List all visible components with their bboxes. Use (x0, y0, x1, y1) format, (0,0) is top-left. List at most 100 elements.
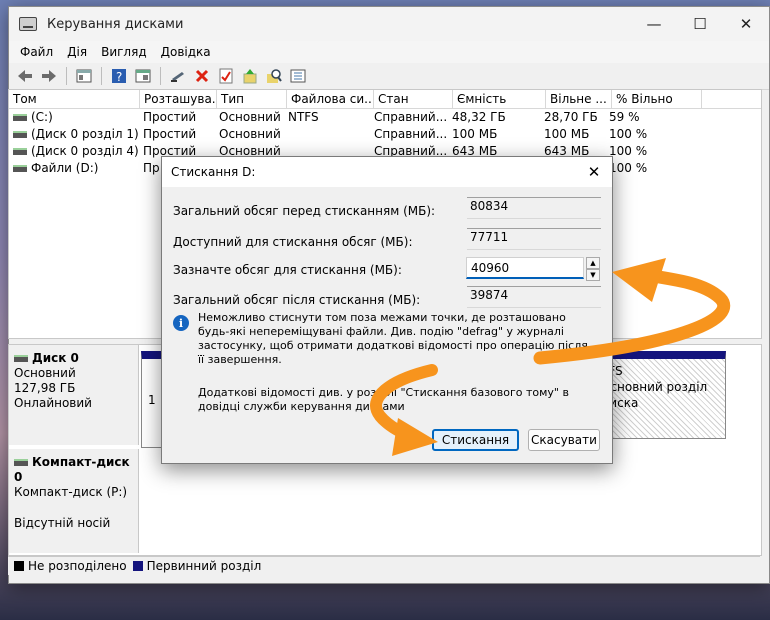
available-label: Доступний для стискання обсяг (МБ): (173, 235, 413, 249)
total-before-label: Загальний обсяг перед стисканням (МБ): (173, 204, 436, 218)
connect-icon[interactable] (168, 66, 188, 86)
forward-icon[interactable] (39, 66, 59, 86)
check-icon[interactable] (216, 66, 236, 86)
volume-name: Файли (D:) (31, 161, 99, 175)
menu-view[interactable]: Вигляд (94, 45, 154, 59)
cell-type: Основний (219, 110, 281, 124)
cell-free: 100 МБ (544, 127, 590, 141)
disk-label[interactable]: Компакт-диск 0 Компакт-диск (P:) Відсутн… (9, 449, 139, 553)
cancel-button[interactable]: Скасувати (528, 429, 600, 451)
volume-name: (Диск 0 розділ 4) (31, 144, 139, 158)
cell-percent-free: 100 % (609, 127, 648, 141)
info-text: Неможливо стиснути том поза межами точки… (198, 311, 588, 366)
cell-capacity: 48,32 ГБ (452, 110, 506, 124)
partition-desc: Основний розділ диска (601, 380, 708, 410)
col-capacity[interactable]: Ємність (453, 90, 546, 108)
disk-label[interactable]: Диск 0 Основний 127,98 ГБ Онлайновий (9, 345, 139, 445)
cell-filesystem (284, 126, 370, 143)
legend: Не розподілено Первинний розділ (8, 556, 760, 575)
shrink-amount-input[interactable] (466, 257, 584, 279)
volume-name: (C:) (31, 110, 53, 124)
volume-list-header: Том Розташува... Тип Файлова си... Стан … (9, 90, 761, 109)
available-value: 77711 (467, 228, 601, 250)
disk-status: Відсутній носій (14, 516, 111, 530)
dialog-title: Стискання D: (171, 165, 256, 179)
upload-icon[interactable] (240, 66, 260, 86)
title-bar: Керування дисками — ☐ ✕ (9, 7, 769, 41)
cell-capacity: 100 МБ (452, 127, 498, 141)
table-row[interactable]: (Диск 0 розділ 1) Простий Основний Справ… (9, 126, 761, 143)
col-free[interactable]: Вільне ... (546, 90, 612, 108)
col-status[interactable]: Стан (374, 90, 453, 108)
cell-free: 28,70 ГБ (544, 110, 598, 124)
cell-layout: Простий (143, 110, 197, 124)
close-icon[interactable]: ✕ (582, 160, 606, 184)
menu-help[interactable]: Довідка (154, 45, 218, 59)
table-row[interactable]: (C:) Простий Основний NTFS Справний... 4… (9, 109, 761, 126)
total-after-label: Загальний обсяг після стискання (МБ): (173, 293, 421, 307)
col-filesystem[interactable]: Файлова си... (287, 90, 374, 108)
partition-fs: TFS (601, 363, 722, 379)
disk-type: Основний (14, 366, 76, 380)
dialog-title-bar: Стискання D: ✕ (162, 157, 612, 187)
cell-percent-free: 100 % (609, 144, 648, 158)
cell-type: Основний (219, 127, 281, 141)
legend-label: Первинний розділ (146, 559, 262, 573)
shrink-amount-label: Зазначте обсяг для стискання (МБ): (173, 263, 402, 277)
disk-management-icon (19, 17, 37, 31)
help-icon[interactable]: ? (109, 66, 129, 86)
cell-percent-free: 100 % (609, 161, 648, 175)
back-icon[interactable] (15, 66, 35, 86)
legend-swatch (14, 561, 24, 571)
col-type[interactable]: Тип (217, 90, 287, 108)
volume-name: (Диск 0 розділ 1) (31, 127, 139, 141)
disk-type: Компакт-диск (P:) (14, 485, 128, 499)
legend-label: Не розподілено (28, 559, 127, 573)
window-title: Керування дисками (47, 16, 184, 32)
shrink-button[interactable]: Стискання (432, 429, 519, 451)
col-layout[interactable]: Розташува... (140, 90, 217, 108)
minimize-button[interactable]: — (631, 7, 677, 41)
close-button[interactable]: ✕ (723, 7, 769, 41)
disk-name: Диск 0 (32, 351, 79, 365)
menu-file[interactable]: Файл (13, 45, 60, 59)
list-view-icon[interactable] (288, 66, 308, 86)
drive-icon (13, 131, 27, 138)
legend-swatch (132, 561, 143, 571)
col-volume[interactable]: Том (9, 90, 140, 108)
drive-icon (13, 114, 27, 121)
console-tree-icon[interactable] (74, 66, 94, 86)
shrink-dialog: Стискання D: ✕ Загальний обсяг перед сти… (161, 156, 613, 464)
toolbar: ? (9, 63, 769, 90)
disk-icon (14, 355, 28, 362)
properties-icon[interactable] (133, 66, 153, 86)
maximize-button[interactable]: ☐ (677, 7, 723, 41)
disk-row: Компакт-диск 0 Компакт-диск (P:) Відсутн… (9, 449, 761, 553)
cell-percent-free: 59 % (609, 110, 640, 124)
partition-label: 1 (148, 393, 156, 407)
cell-status: Справний... (374, 110, 448, 124)
cdrom-icon (14, 459, 28, 466)
search-icon[interactable] (264, 66, 284, 86)
help-link-text: Додаткові відомості див. у розділі "Стис… (198, 386, 569, 413)
stepper-down-icon[interactable]: ▼ (586, 269, 600, 281)
menu-action[interactable]: Дія (60, 45, 94, 59)
drive-icon (13, 165, 27, 172)
col-percent-free[interactable]: % Вільно (612, 90, 702, 108)
menu-bar: Файл Дія Вигляд Довідка (9, 41, 769, 63)
cell-filesystem: NTFS (288, 110, 319, 124)
total-after-value: 39874 (467, 286, 601, 308)
total-before-value: 80834 (467, 197, 601, 219)
delete-icon[interactable] (192, 66, 212, 86)
drive-icon (13, 148, 27, 155)
info-icon: i (173, 315, 189, 331)
cell-status: Справний... (374, 127, 448, 141)
disk-size: 127,98 ГБ (14, 381, 76, 395)
shrink-amount-stepper[interactable]: ▲ ▼ (586, 257, 600, 281)
disk-status: Онлайновий (14, 396, 92, 410)
stepper-up-icon[interactable]: ▲ (586, 257, 600, 269)
disk-name: Компакт-диск 0 (14, 455, 130, 484)
cell-layout: Простий (143, 127, 197, 141)
svg-text:?: ? (116, 70, 122, 84)
partition-block-d[interactable]: TFS Основний розділ диска (597, 351, 726, 439)
